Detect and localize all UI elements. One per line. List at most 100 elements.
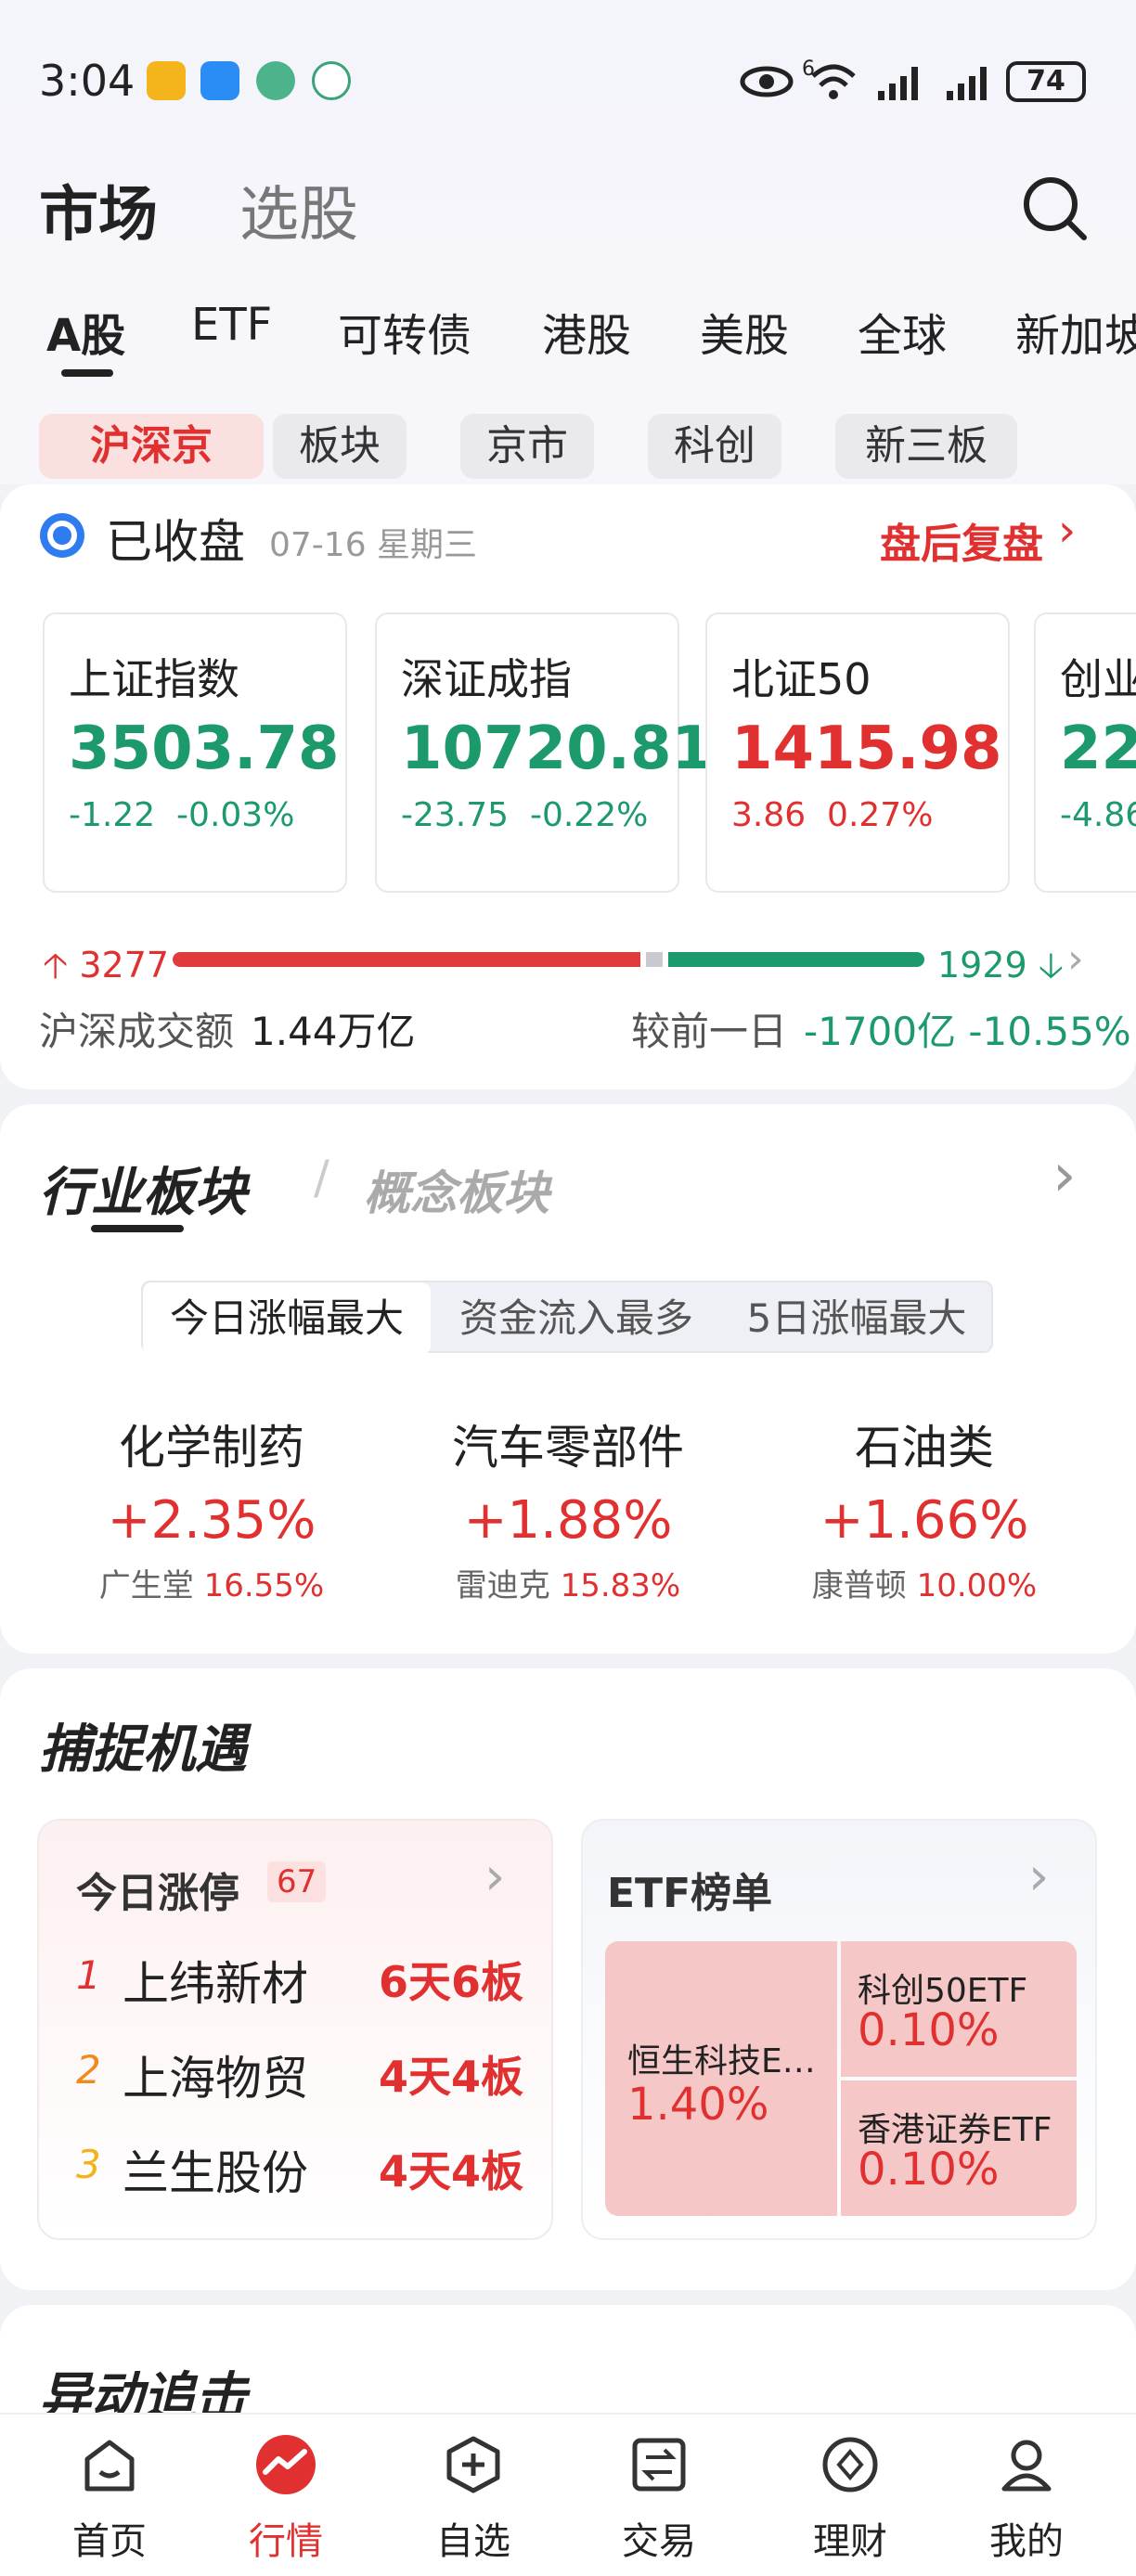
lead-stock: 广生堂 (98, 1567, 194, 1604)
breadth-up-segment (173, 952, 640, 967)
etf-block[interactable]: 恒生科技E… 1.40% (605, 1941, 837, 2216)
nav-watchlist[interactable]: 自选 (390, 2435, 557, 2565)
stock-name[interactable]: 上纬新材 (123, 1947, 308, 2014)
page-title[interactable]: 市场 (39, 167, 158, 252)
nav-trade[interactable]: 交易 (575, 2435, 742, 2565)
nav-label: 我的 (989, 2520, 1064, 2563)
message-icon (200, 61, 239, 100)
turnover-compare-label: 较前一日 (631, 1009, 788, 1054)
seg-fund-inflow[interactable]: 资金流入最多 (432, 1282, 720, 1355)
tab-global[interactable]: 全球 (858, 299, 947, 364)
opportunity-card: 捕捉机遇 今日涨停 67 › 1 上纬新材 6天6板 2 上海物贸 4天4板 3… (0, 1668, 1136, 2290)
tab-us[interactable]: 美股 (700, 299, 789, 364)
lead-stock: 雷迪克 (455, 1567, 550, 1604)
opportunity-title: 捕捉机遇 (39, 1719, 247, 1780)
limit-up-chevron-icon[interactable]: › (484, 1847, 505, 1907)
chip-sector[interactable]: 板块 (273, 414, 407, 479)
index-change: -23.75 -0.22% (401, 796, 649, 834)
breadth-chevron-icon[interactable]: › (1067, 935, 1084, 983)
seg-5day-top[interactable]: 5日涨幅最大 (722, 1282, 991, 1355)
sector-name: 石油类 (855, 1421, 994, 1475)
index-card-cyb[interactable]: 创业 223 -4.86 (1034, 612, 1136, 893)
nav-label: 自选 (436, 2520, 510, 2563)
sector-item[interactable]: 汽车零部件 +1.88% 雷迪克 15.83% (392, 1410, 744, 1605)
eye-icon (740, 66, 794, 97)
index-value: 1415.98 (731, 715, 1002, 783)
sector-title[interactable]: 行业板块 (39, 1151, 247, 1226)
limit-up-panel[interactable]: 今日涨停 67 › 1 上纬新材 6天6板 2 上海物贸 4天4板 3 兰生股份… (37, 1819, 553, 2240)
rank-1: 1 (76, 1952, 101, 1998)
etf-pct: 0.10% (858, 2144, 1000, 2196)
after-close-review-link[interactable]: 盘后复盘 (880, 510, 1043, 570)
sector-name: 化学制药 (119, 1421, 304, 1475)
concept-tab[interactable]: 概念板块 (364, 1156, 549, 1223)
chip-star[interactable]: 科创 (648, 414, 781, 479)
index-name: 北证50 (731, 654, 871, 704)
chip-hushenjing[interactable]: 沪深京 (39, 414, 264, 479)
breadth-bar (173, 952, 924, 967)
index-value: 10720.81 (401, 715, 714, 783)
lead-stock-pct: 16.55% (203, 1567, 325, 1604)
index-name: 深证成指 (401, 654, 572, 704)
profile-icon (1001, 2440, 1052, 2492)
signal-icon-2 (947, 67, 987, 100)
index-value: 3503.78 (69, 715, 340, 783)
chevron-right-icon[interactable]: › (1058, 505, 1076, 557)
stock-picker-tab[interactable]: 选股 (239, 167, 358, 252)
chip-bse[interactable]: 京市 (460, 414, 594, 479)
nav-market[interactable]: 行情 (202, 2435, 369, 2565)
sector-title-underline (91, 1225, 184, 1232)
turnover-value: 1.44万亿 (251, 1009, 416, 1054)
status-bar: 3:04 6 74 (0, 0, 1136, 167)
sector-item[interactable]: 石油类 +1.66% 康普顿 10.00% (748, 1410, 1101, 1605)
index-card-sz[interactable]: 深证成指 10720.81 -23.75 -0.22% (375, 612, 713, 893)
tab-a-share[interactable]: A股 (46, 299, 125, 364)
market-page: 3:04 6 74 市场 选股 A股 ETF 可转债 港股 美股 全球 新加坡 … (0, 0, 1136, 2576)
etf-chevron-icon[interactable]: › (1028, 1847, 1049, 1907)
turnover-compare: -1700亿 -10.55% (804, 1009, 1131, 1054)
etf-pct: 0.10% (858, 2004, 1000, 2056)
market-active-icon (256, 2435, 316, 2494)
battery-indicator: 74 (1006, 61, 1086, 102)
index-card-bz50[interactable]: 北证50 1415.98 3.86 0.27% (705, 612, 1010, 893)
breadth-flat-segment (646, 952, 663, 967)
nav-home[interactable]: 首页 (26, 2435, 193, 2565)
index-card-sh[interactable]: 上证指数 3503.78 -1.22 -0.03% (43, 612, 347, 893)
tab-convertible[interactable]: 可转债 (338, 299, 471, 364)
wifi-icon (811, 64, 856, 99)
nav-label: 行情 (249, 2520, 323, 2563)
index-name: 创业 (1060, 654, 1136, 704)
nav-label: 首页 (72, 2520, 147, 2563)
stock-name[interactable]: 上海物贸 (123, 2041, 308, 2108)
seg-today-top[interactable]: 今日涨幅最大 (143, 1282, 431, 1355)
streak-tag: 4天4板 (379, 2146, 524, 2196)
decliners-count: 1929 🡣 (937, 945, 1065, 985)
stock-name[interactable]: 兰生股份 (123, 2136, 308, 2203)
tab-singapore[interactable]: 新加坡 (1015, 299, 1136, 364)
search-icon[interactable] (1019, 173, 1090, 243)
sector-pct: +1.88% (463, 1490, 673, 1551)
etf-pct: 1.40% (627, 2079, 769, 2131)
weibo-icon (147, 61, 186, 100)
sector-chevron-icon[interactable]: › (1052, 1141, 1077, 1210)
etf-block[interactable]: 香港证券ETF 0.10% (841, 2080, 1077, 2216)
nav-wealth[interactable]: 理财 (767, 2435, 934, 2565)
index-change: -4.86 (1060, 796, 1136, 834)
etf-block[interactable]: 科创50ETF 0.10% (841, 1941, 1077, 2077)
index-name: 上证指数 (69, 654, 239, 704)
market-date: 07-16 星期三 (269, 526, 478, 564)
advancers-count: 🡡 3277 (43, 945, 170, 985)
limit-up-title: 今日涨停 (76, 1870, 239, 1917)
tab-etf[interactable]: ETF (191, 299, 272, 351)
status-time: 3:04 (39, 56, 136, 106)
etf-rank-panel[interactable]: ETF榜单 › 恒生科技E… 1.40% 科创50ETF 0.10% 香港证券E… (581, 1819, 1097, 2240)
streak-tag: 4天4板 (379, 2052, 524, 2102)
nav-me[interactable]: 我的 (943, 2435, 1110, 2565)
browser-icon (256, 61, 295, 100)
sector-item[interactable]: 化学制药 +2.35% 广生堂 16.55% (35, 1410, 388, 1605)
tab-hk[interactable]: 港股 (542, 299, 631, 364)
nav-label: 交易 (622, 2520, 696, 2563)
turnover-label: 沪深成交额 (39, 1009, 235, 1054)
chip-neeq[interactable]: 新三板 (835, 414, 1017, 479)
sector-pct: +2.35% (107, 1490, 316, 1551)
